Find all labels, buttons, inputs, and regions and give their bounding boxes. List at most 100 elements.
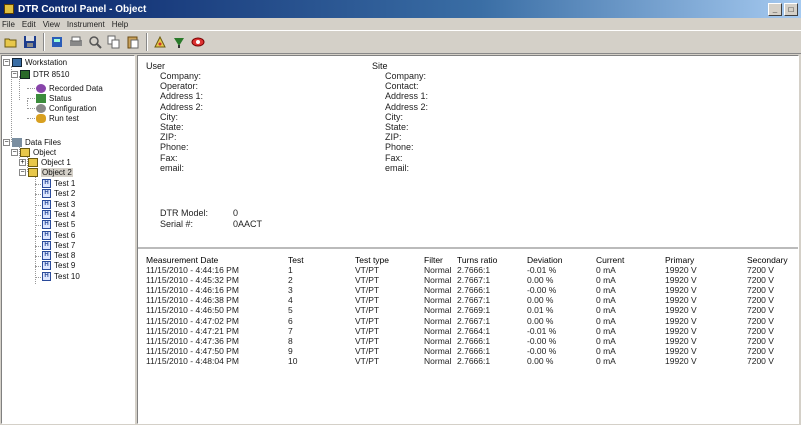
tree-item-test[interactable]: H Test 1	[35, 179, 75, 188]
copy-button[interactable]	[105, 33, 123, 51]
dtr-model-label: DTR Model:	[160, 208, 209, 218]
site-field-label: Fax:	[385, 152, 403, 163]
menu-file[interactable]: File	[2, 20, 15, 29]
user-field-label: Address 1:	[160, 91, 204, 102]
menu-instrument[interactable]: Instrument	[67, 20, 105, 29]
toolbar-separator	[146, 33, 148, 51]
maximize-button[interactable]: □	[784, 2, 798, 16]
tree-item-data-files[interactable]: − Data Files	[3, 138, 61, 147]
tree-item-configuration[interactable]: Configuration	[36, 104, 97, 113]
tree-item-test[interactable]: H Test 3	[35, 199, 75, 209]
table-row[interactable]: 11/15/2010 - 4:47:36 PM 8 VT/PT Normal 2.766…	[138, 336, 798, 346]
tree-item-device[interactable]: − DTR 8510	[11, 70, 69, 79]
table-cell: 0.00 %	[527, 295, 554, 306]
tree-view[interactable]: − Workstation − DTR 8510 Recorded Data S…	[1, 55, 135, 424]
table-row[interactable]: 11/15/2010 - 4:47:21 PM 7 VT/PT Normal 2.766…	[138, 326, 798, 336]
column-header[interactable]: Secondary	[747, 255, 788, 265]
column-header[interactable]: Deviation	[527, 255, 562, 265]
column-header[interactable]: Current	[596, 255, 624, 265]
open-button[interactable]	[2, 33, 20, 51]
paste-button[interactable]	[124, 33, 142, 51]
tree-item-object[interactable]: − Object	[11, 148, 56, 157]
table-cell: 0 mA	[596, 275, 616, 286]
menu-bar: File Edit View Instrument Help	[0, 18, 801, 30]
table-cell: Normal	[424, 265, 452, 275]
column-header[interactable]: Filter	[424, 255, 443, 265]
print-button[interactable]	[67, 33, 85, 51]
expand-icon[interactable]: +	[19, 159, 26, 166]
tree-label: Object 1	[41, 158, 71, 167]
table-cell: VT/PT	[355, 315, 380, 326]
tree-item-workstation[interactable]: − Workstation	[3, 58, 67, 67]
folder-open-icon	[28, 168, 38, 177]
table-cell: VT/PT	[355, 325, 380, 336]
column-header[interactable]: Turns ratio	[457, 255, 497, 265]
menu-help[interactable]: Help	[112, 20, 128, 29]
table-row[interactable]: 11/15/2010 - 4:47:02 PM 6 VT/PT Normal 2.766…	[138, 316, 798, 326]
recorded-data-icon	[36, 84, 46, 93]
menu-edit[interactable]: Edit	[22, 20, 36, 29]
table-cell: 11/15/2010 - 4:47:21 PM	[146, 325, 239, 336]
table-row[interactable]: 11/15/2010 - 4:46:38 PM 4 VT/PT Normal 2.766…	[138, 295, 798, 305]
collapse-icon[interactable]: −	[3, 59, 10, 66]
minimize-button[interactable]: _	[768, 2, 782, 16]
settings-button[interactable]	[189, 33, 207, 51]
tree-item-test[interactable]: H Test 2	[35, 189, 75, 199]
table-cell: 0.00 %	[527, 355, 554, 366]
tree-item-test[interactable]: H Test 10	[35, 271, 80, 281]
test-file-icon: H	[42, 230, 51, 240]
table-row[interactable]: 11/15/2010 - 4:48:04 PM 10 VT/PT Normal 2.76…	[138, 356, 798, 366]
search-button[interactable]	[86, 33, 104, 51]
column-header[interactable]: Test	[288, 255, 304, 265]
column-header[interactable]: Primary	[665, 255, 694, 265]
tree-item-test[interactable]: H Test 9	[35, 261, 75, 271]
site-field-label: Address 2:	[385, 101, 429, 112]
collapse-icon[interactable]: −	[3, 139, 10, 146]
tree-item-object-1[interactable]: + Object 1	[19, 158, 71, 167]
table-cell: VT/PT	[355, 285, 380, 296]
tree-item-test[interactable]: H Test 8	[35, 251, 75, 261]
table-cell: 0 mA	[596, 335, 616, 346]
table-row[interactable]: 11/15/2010 - 4:44:16 PM 1 VT/PT Normal 2.766…	[138, 265, 798, 275]
table-row[interactable]: 11/15/2010 - 4:46:16 PM 3 VT/PT Normal 2.766…	[138, 285, 798, 295]
tree-label: Workstation	[25, 58, 68, 67]
tree-item-test[interactable]: H Test 4	[35, 209, 75, 219]
table-cell: VT/PT	[355, 355, 380, 366]
toolbar	[0, 30, 801, 54]
table-cell: 7200 V	[747, 355, 774, 366]
table-cell: 11/15/2010 - 4:46:50 PM	[146, 305, 239, 316]
site-field-label: State:	[385, 122, 409, 132]
collapse-icon[interactable]: −	[19, 169, 26, 176]
table-cell: 2.7669:1	[457, 305, 491, 316]
probe-button[interactable]	[170, 33, 188, 51]
column-header[interactable]: Measurement Date	[146, 255, 218, 265]
table-cell: 19920 V	[665, 325, 697, 336]
tree-item-run-test[interactable]: Run test	[36, 114, 79, 123]
search-icon	[89, 36, 102, 49]
table-cell: 6	[288, 315, 293, 326]
table-row[interactable]: 11/15/2010 - 4:47:50 PM 9 VT/PT Normal 2.766…	[138, 346, 798, 356]
table-row[interactable]: 11/15/2010 - 4:46:50 PM 5 VT/PT Normal 2.766…	[138, 305, 798, 315]
test-file-icon: H	[42, 209, 51, 219]
tree-line	[35, 266, 41, 268]
serial-label: Serial #:	[160, 219, 194, 229]
menu-view[interactable]: View	[43, 20, 60, 29]
collapse-icon[interactable]: −	[11, 149, 18, 156]
tree-item-test[interactable]: H Test 7	[35, 240, 75, 250]
save-button[interactable]	[21, 33, 39, 51]
table-cell: -0.00 %	[527, 335, 557, 346]
table-cell: 0 mA	[596, 325, 616, 336]
test-button[interactable]	[151, 33, 169, 51]
table-cell: 7200 V	[747, 265, 774, 275]
tree-item-recorded-data[interactable]: Recorded Data	[36, 84, 103, 93]
user-heading: User	[146, 61, 166, 71]
collapse-icon[interactable]: −	[11, 71, 18, 78]
table-row[interactable]: 11/15/2010 - 4:45:32 PM 2 VT/PT Normal 2.766…	[138, 275, 798, 285]
tree-line	[19, 76, 20, 100]
column-header[interactable]: Test type	[355, 255, 389, 265]
tree-item-status[interactable]: Status	[36, 94, 72, 103]
instrument-button[interactable]	[48, 33, 66, 51]
tree-item-test[interactable]: H Test 6	[35, 230, 75, 240]
tree-item-object-2[interactable]: − Object 2	[19, 168, 73, 177]
tree-item-test[interactable]: H Test 5	[35, 220, 75, 230]
